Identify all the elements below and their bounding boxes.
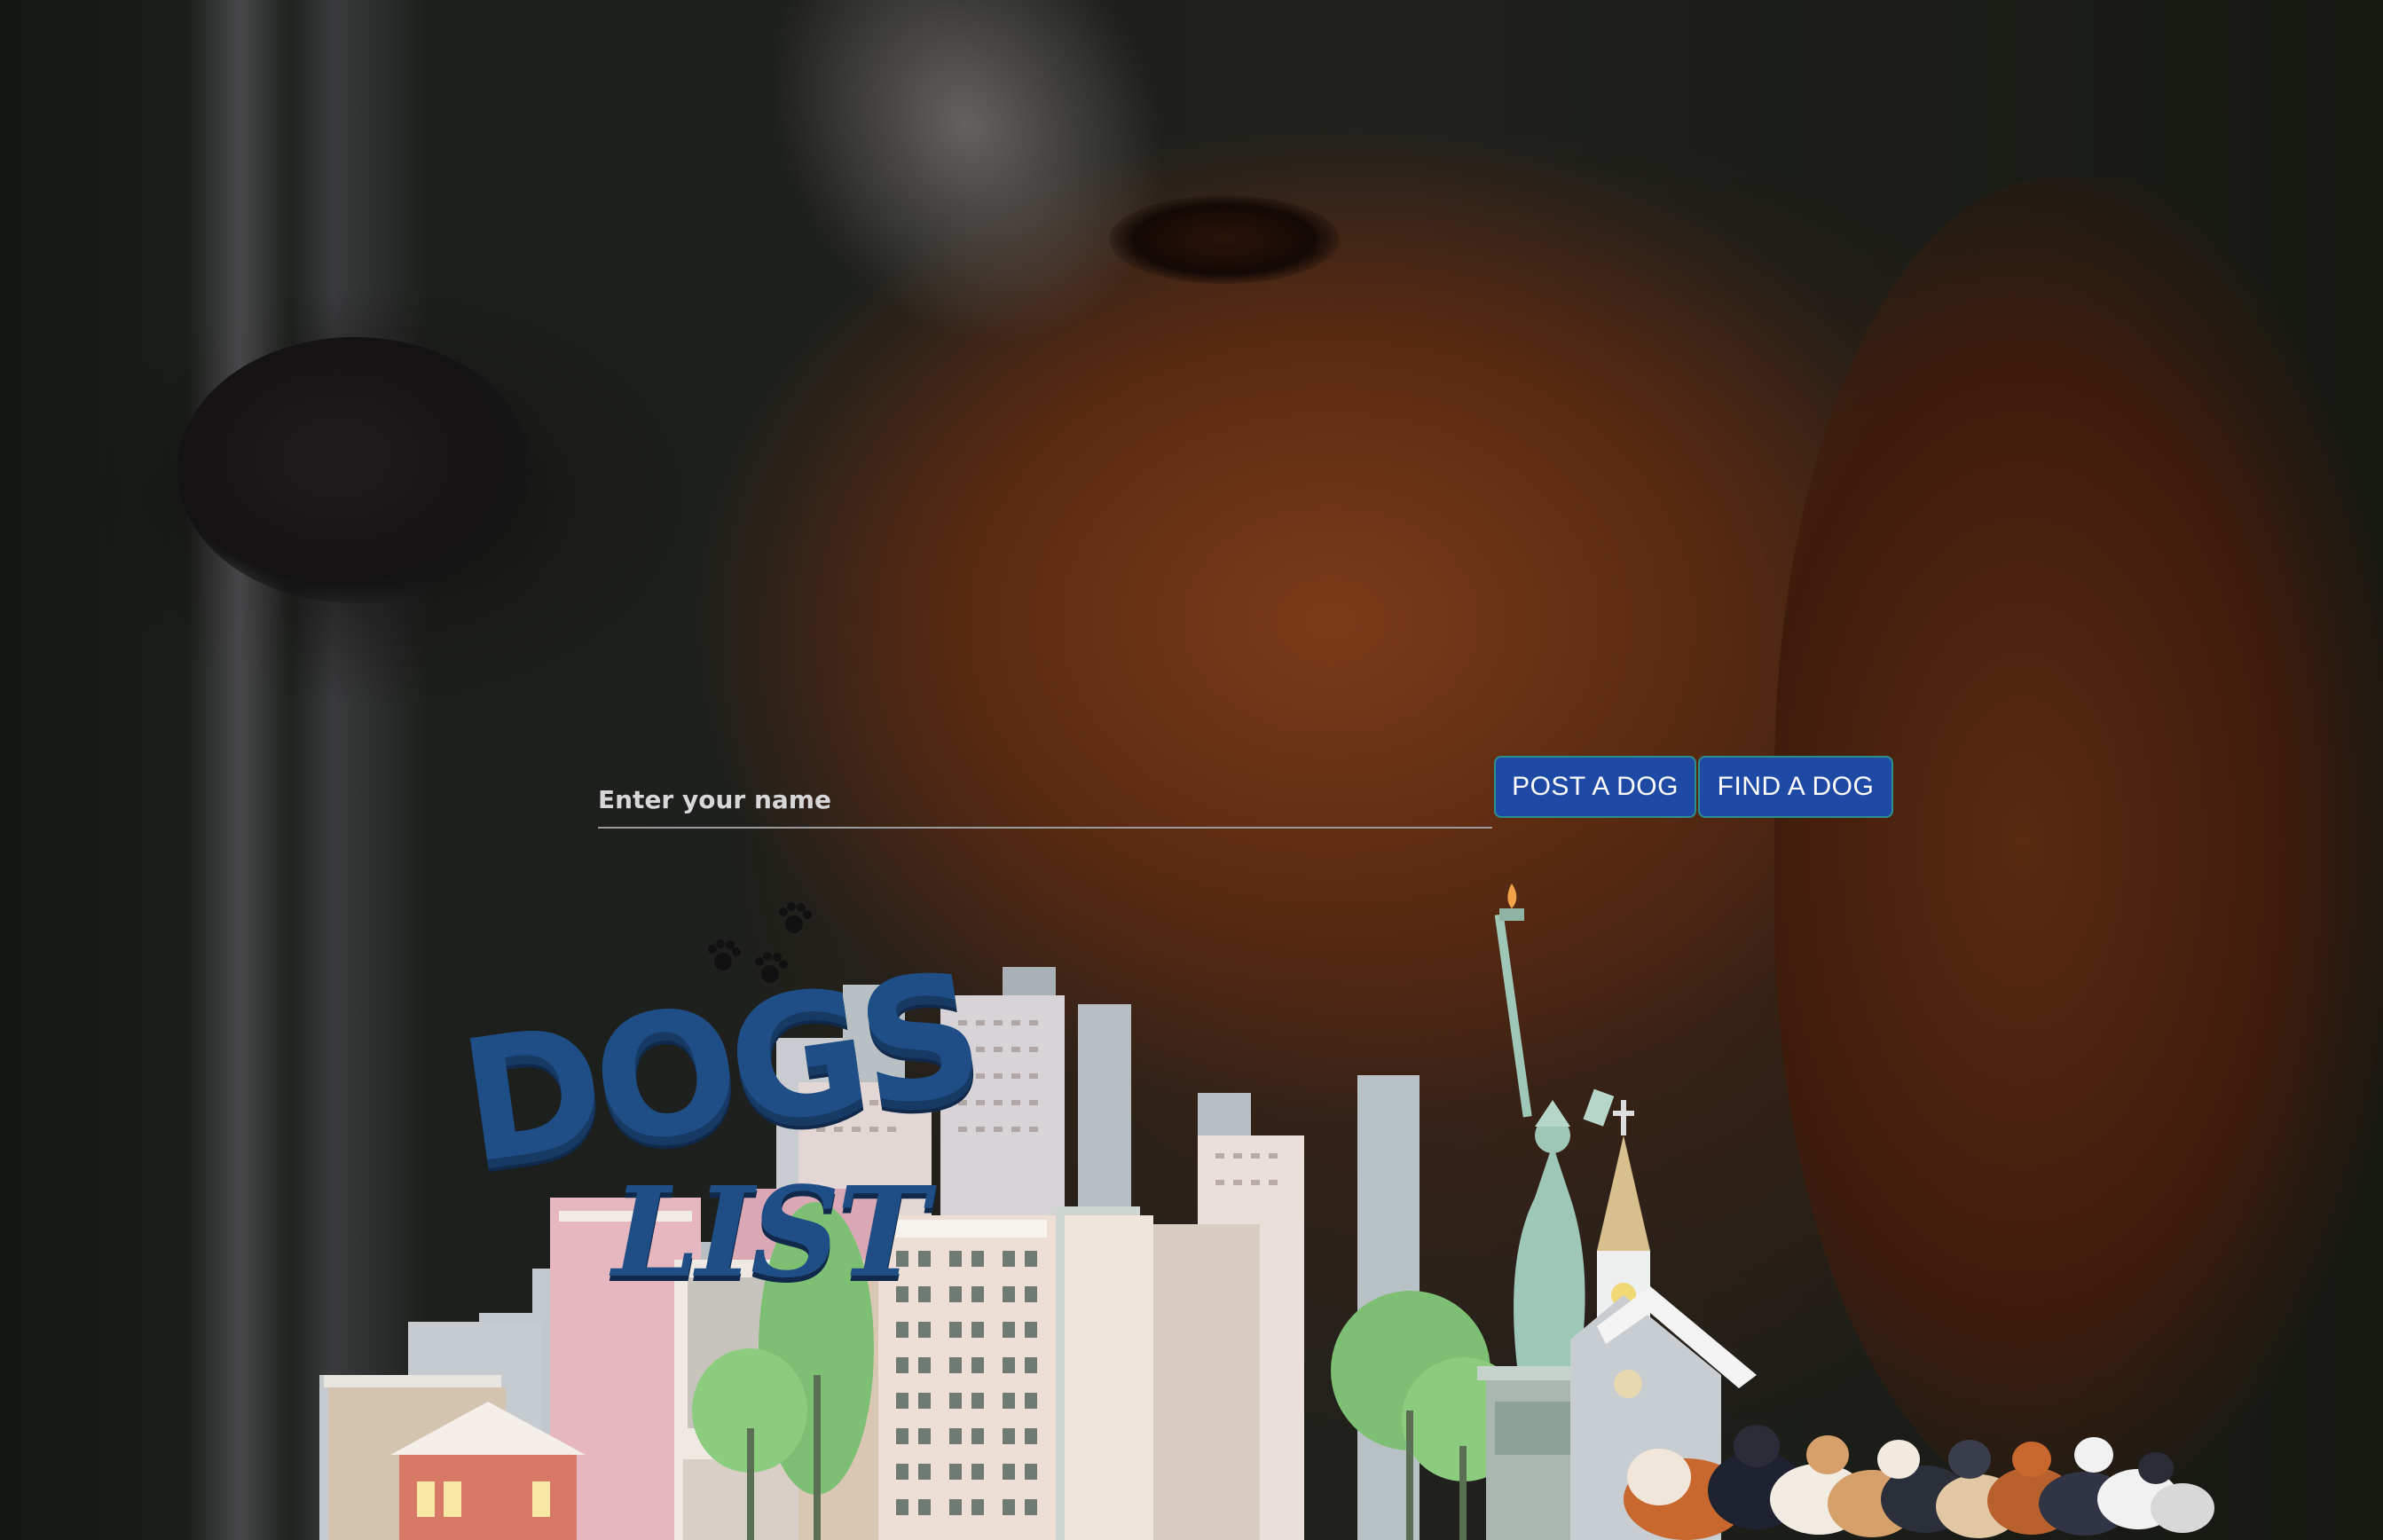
city-skyline-illustration	[319, 884, 2214, 1540]
background-dog-nose	[177, 337, 532, 603]
logo-list-text: LIST	[612, 1160, 929, 1306]
find-a-dog-button[interactable]: FIND A DOG	[1698, 756, 1893, 818]
background-dog-eye	[1109, 195, 1340, 284]
name-input[interactable]	[598, 772, 1492, 829]
name-form: POST A DOG FIND A DOG	[598, 754, 1893, 829]
landing-page: POST A DOG FIND A DOG	[0, 0, 2383, 1540]
post-a-dog-button[interactable]: POST A DOG	[1494, 756, 1696, 818]
